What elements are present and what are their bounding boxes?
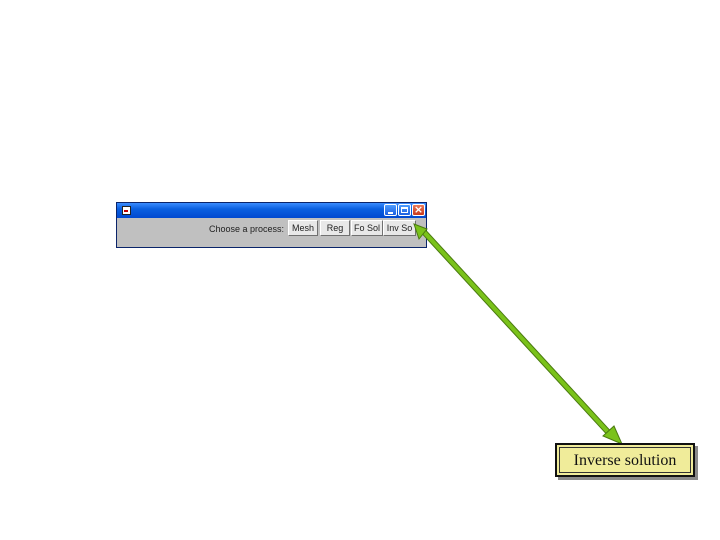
callout-label: Inverse solution: [559, 447, 691, 473]
inverse-solution-callout: Inverse solution: [555, 443, 695, 477]
